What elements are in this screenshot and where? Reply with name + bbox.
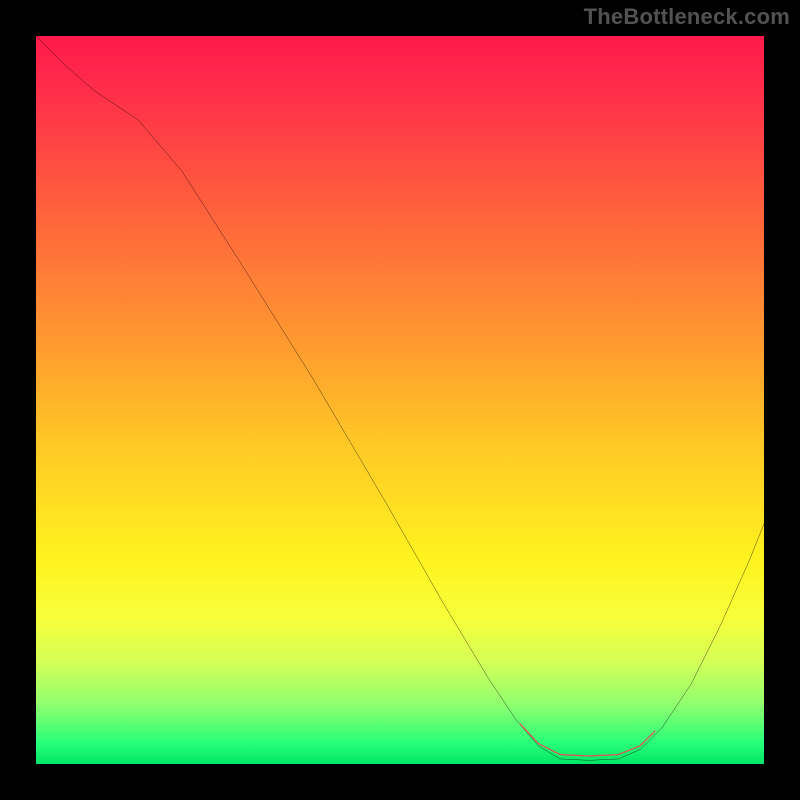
black-curve [36,36,764,760]
chart-svg [36,36,764,764]
watermark-text: TheBottleneck.com [584,4,790,30]
chart-frame: TheBottleneck.com [0,0,800,800]
red-highlight-band [520,724,655,756]
